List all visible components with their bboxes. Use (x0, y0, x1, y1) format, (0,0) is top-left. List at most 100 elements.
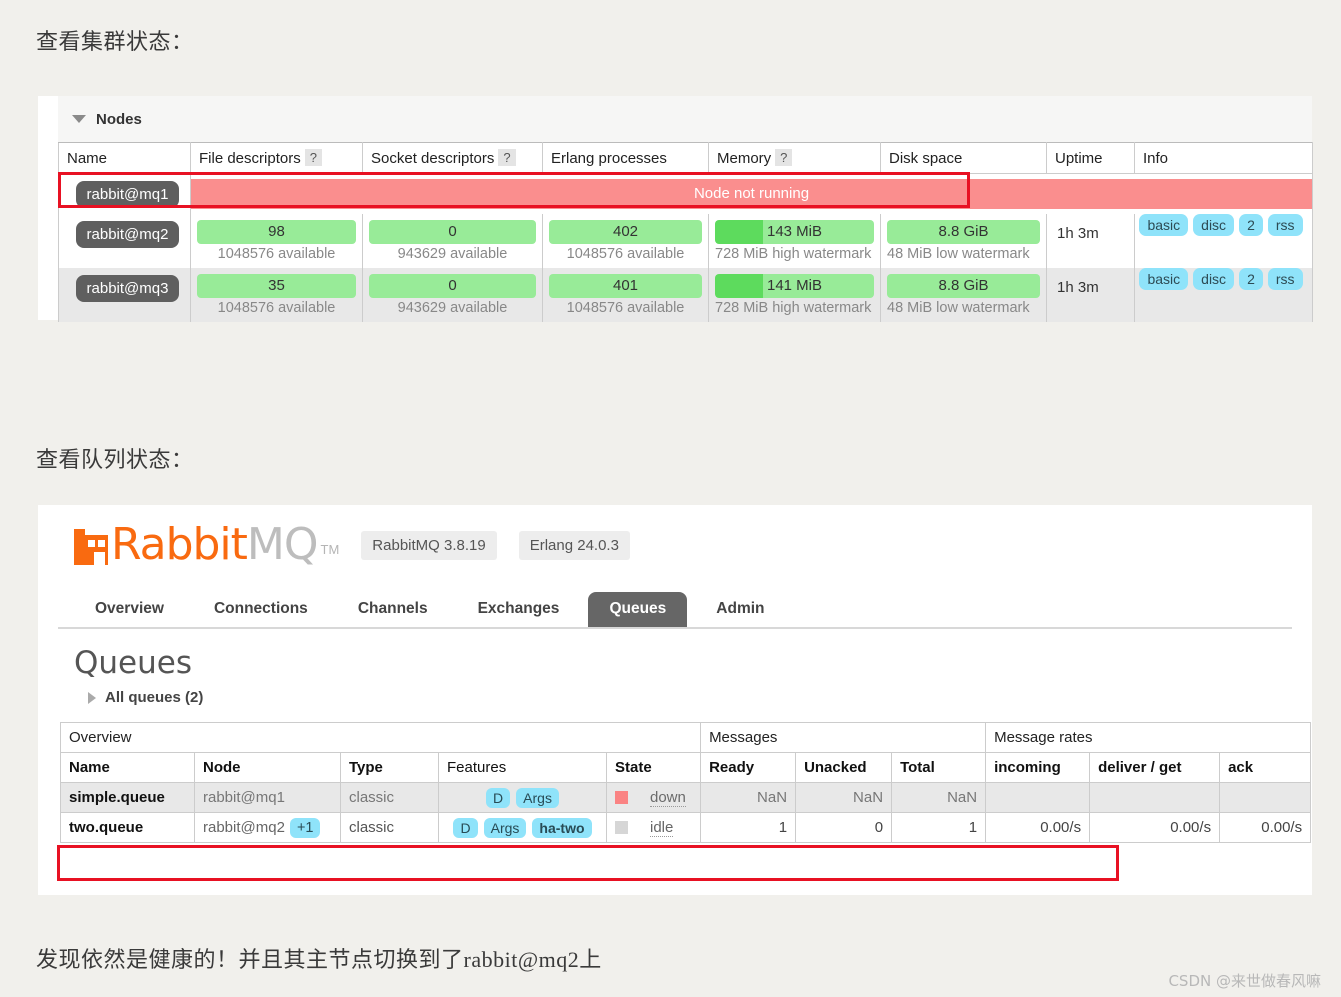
file-descriptors-value: 98 (268, 223, 285, 240)
csdn-watermark: CSDN @来世做春风嘛 (1168, 972, 1321, 990)
col-queue-name[interactable]: Name (60, 752, 195, 783)
col-disk-space[interactable]: Disk space (880, 142, 1047, 174)
col-info-label: Info (1143, 149, 1169, 167)
logo-text-mq: MQ (246, 519, 319, 570)
messages-total: 1 (891, 812, 987, 843)
col-queue-node[interactable]: Node (194, 752, 341, 783)
node-name-badge[interactable]: rabbit@mq2 (75, 221, 180, 248)
rabbitmq-logo[interactable]: Rabbit MQ TM (74, 519, 340, 570)
info-cell: basic disc 2 rss (1134, 268, 1313, 322)
disk-space-cell: 8.8 GiB 48 MiB low watermark (880, 268, 1047, 322)
help-icon-socket-descriptors[interactable]: ? (498, 149, 516, 166)
col-info[interactable]: Info (1134, 142, 1313, 174)
col-messages-total[interactable]: Total (891, 752, 987, 783)
table-row[interactable]: rabbit@mq1 Node not running (58, 173, 1313, 214)
chevron-down-icon[interactable] (72, 115, 86, 123)
disk-space-cell: 8.8 GiB 48 MiB low watermark (880, 214, 1047, 268)
col-file-descriptors[interactable]: File descriptors? (190, 142, 363, 174)
node-name-badge[interactable]: rabbit@mq1 (75, 181, 180, 208)
logo-trademark: TM (320, 542, 340, 557)
table-row[interactable]: rabbit@mq2 98 1048576 available 0 943629… (58, 214, 1313, 268)
queue-node-label: rabbit@mq1 (203, 789, 285, 806)
col-messages-unacked[interactable]: Unacked (795, 752, 893, 783)
socket-descriptors-bar: 0 (369, 220, 536, 244)
rate-deliver-get (1089, 782, 1221, 813)
group-overview: Overview (59, 722, 702, 753)
queue-node-mirror-count[interactable]: +1 (289, 817, 321, 838)
uptime-value: 1h 3m (1057, 279, 1099, 296)
uptime-cell: 1h 3m (1046, 214, 1135, 268)
info-tag-basic[interactable]: basic (1139, 268, 1189, 290)
disk-space-value: 8.8 GiB (938, 223, 989, 240)
status-swatch-idle (615, 821, 628, 834)
col-name-label: Name (67, 149, 108, 167)
info-tag-count[interactable]: 2 (1239, 214, 1263, 236)
erlang-processes-sub: 1048576 available (566, 300, 685, 316)
brand-row: Rabbit MQ TM RabbitMQ 3.8.19 Erlang 24.0… (58, 505, 1292, 585)
file-descriptors-value: 35 (268, 277, 285, 294)
all-queues-label: All queues (2) (105, 689, 204, 706)
status-swatch-down (615, 791, 628, 804)
col-socket-descriptors[interactable]: Socket descriptors? (362, 142, 543, 174)
all-queues-toggle[interactable]: All queues (2) (58, 681, 1292, 706)
info-tag-count[interactable]: 2 (1239, 268, 1263, 290)
tab-queues[interactable]: Queues (588, 592, 688, 627)
erlang-processes-sub: 1048576 available (566, 246, 685, 262)
group-message-rates: Message rates (985, 722, 1312, 753)
tab-overview[interactable]: Overview (74, 592, 185, 627)
tab-connections[interactable]: Connections (193, 592, 329, 627)
caption-conclusion: 发现依然是健康的！并且其主节点切换到了rabbit@mq2上 (36, 947, 602, 972)
disk-space-sub: 48 MiB low watermark (887, 246, 1030, 262)
socket-descriptors-value: 0 (448, 277, 457, 294)
col-uptime[interactable]: Uptime (1046, 142, 1135, 174)
col-messages-ready[interactable]: Ready (700, 752, 797, 783)
file-descriptors-cell: 98 1048576 available (190, 214, 363, 268)
help-icon-file-descriptors[interactable]: ? (304, 149, 322, 166)
col-rate-ack[interactable]: ack (1219, 752, 1312, 783)
nodes-section-header[interactable]: Nodes (58, 96, 1312, 142)
node-name-badge[interactable]: rabbit@mq3 (75, 275, 180, 302)
table-row[interactable]: two.queue rabbit@mq2 +1 classic D Args ha-t… (60, 812, 1312, 843)
feature-tag-args[interactable]: Args (483, 817, 527, 838)
memory-sub: 728 MiB high watermark (715, 300, 872, 316)
tab-channels[interactable]: Channels (337, 592, 449, 627)
col-memory[interactable]: Memory? (708, 142, 881, 174)
messages-unacked: NaN (795, 782, 893, 813)
tab-admin[interactable]: Admin (695, 592, 785, 627)
info-tag-basic[interactable]: basic (1139, 214, 1189, 236)
node-name-cell: rabbit@mq2 (58, 214, 191, 268)
queue-name[interactable]: two.queue (60, 812, 195, 843)
help-icon-memory[interactable]: ? (775, 149, 793, 166)
memory-bar: 141 MiB (715, 274, 874, 298)
col-erlang-processes[interactable]: Erlang processes (542, 142, 709, 174)
chevron-right-icon[interactable] (88, 691, 96, 704)
col-rate-incoming[interactable]: incoming (985, 752, 1091, 783)
disk-space-bar: 8.8 GiB (887, 274, 1040, 298)
tab-exchanges[interactable]: Exchanges (457, 592, 581, 627)
memory-value: 143 MiB (766, 223, 823, 240)
node-name-cell: rabbit@mq1 (58, 173, 191, 214)
col-queue-features[interactable]: Features (438, 752, 607, 783)
rabbitmq-management-panel: Rabbit MQ TM RabbitMQ 3.8.19 Erlang 24.0… (38, 505, 1312, 895)
info-tag-rss[interactable]: rss (1267, 268, 1303, 290)
table-row[interactable]: simple.queue rabbit@mq1 classic D Args do… (60, 782, 1312, 813)
col-name[interactable]: Name (58, 142, 191, 174)
feature-tag-durable[interactable]: D (486, 787, 511, 808)
file-descriptors-bar: 35 (197, 274, 356, 298)
info-tag-disc[interactable]: disc (1193, 214, 1235, 236)
node-name-cell: rabbit@mq3 (58, 268, 191, 322)
info-tag-rss[interactable]: rss (1267, 214, 1303, 236)
col-queue-state[interactable]: State (605, 752, 702, 783)
info-tag-disc[interactable]: disc (1193, 268, 1235, 290)
feature-tag-args[interactable]: Args (516, 787, 559, 808)
table-row[interactable]: rabbit@mq3 35 1048576 available 0 943629… (58, 268, 1313, 322)
feature-tag-durable[interactable]: D (453, 817, 478, 838)
col-rate-deliver-get[interactable]: deliver / get (1089, 752, 1221, 783)
queue-name[interactable]: simple.queue (60, 782, 195, 813)
disk-space-value: 8.8 GiB (938, 277, 989, 294)
memory-cell: 141 MiB 728 MiB high watermark (708, 268, 881, 322)
col-queue-type[interactable]: Type (340, 752, 439, 783)
rabbitmq-logo-icon (74, 529, 108, 565)
memory-value: 141 MiB (766, 277, 823, 294)
feature-tag-policy-ha-two[interactable]: ha-two (532, 817, 592, 838)
